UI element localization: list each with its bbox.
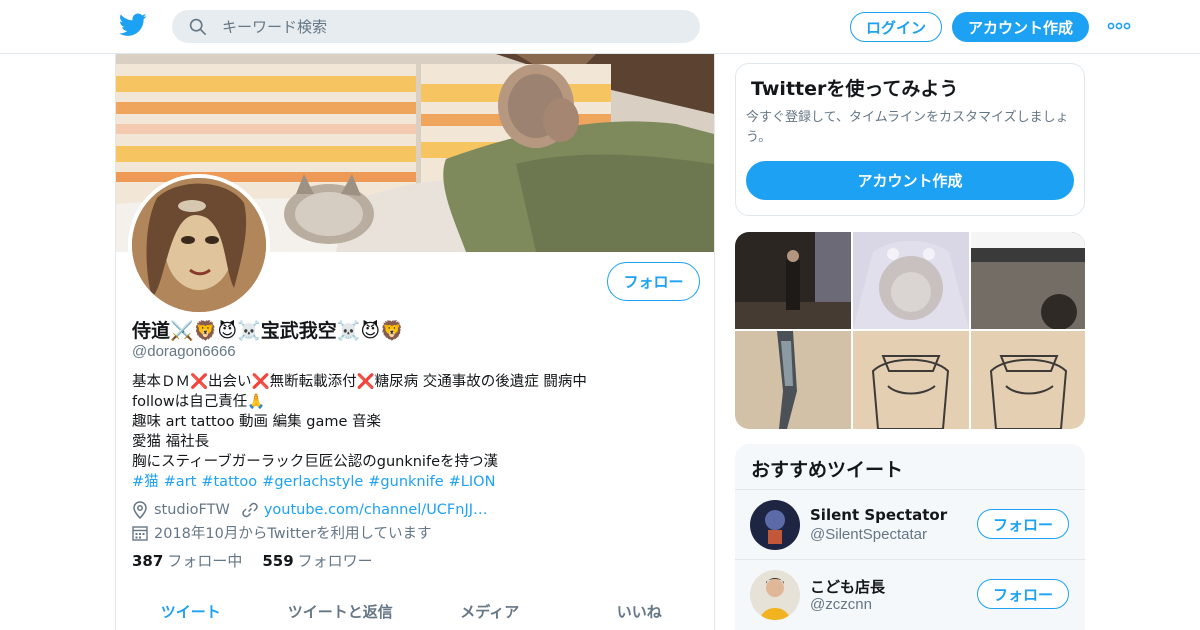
media-thumbnail[interactable] bbox=[735, 331, 851, 429]
search-icon bbox=[189, 18, 207, 36]
profile-column: フォロー 侍道⚔️🦁😈☠️宝武我空☠️😈🦁 @doragon6666 基本ＤＭ❌… bbox=[115, 54, 715, 630]
followers-stat[interactable]: 559 フォロワー bbox=[262, 550, 372, 571]
hashtag-link[interactable]: #tattoo bbox=[201, 474, 257, 490]
media-grid bbox=[735, 232, 1085, 429]
hashtag-link[interactable]: #猫 bbox=[132, 474, 159, 490]
link-icon bbox=[242, 502, 258, 518]
recommended-user-row[interactable]: こども店長 @zczcnn フォロー bbox=[735, 559, 1085, 629]
followers-label: フォロワー bbox=[297, 552, 373, 570]
avatar[interactable] bbox=[750, 500, 800, 550]
avatar[interactable] bbox=[750, 570, 800, 620]
recommended-users-panel: おすすめツイート Silent Spectator @SilentSpectat… bbox=[735, 444, 1085, 630]
twitter-bird-icon[interactable] bbox=[119, 13, 147, 37]
profile-handle: @doragon6666 bbox=[132, 343, 236, 360]
avatar-image bbox=[132, 178, 266, 312]
recommended-user-name[interactable]: Silent Spectator bbox=[810, 506, 947, 524]
media-thumbnail[interactable] bbox=[735, 232, 851, 329]
follow-button[interactable]: フォロー bbox=[607, 262, 700, 301]
hashtag-link[interactable]: #LION bbox=[449, 474, 496, 490]
signup-card-description: 今すぐ登録して、タイムラインをカスタマイズしましょう。 bbox=[746, 110, 1069, 145]
location-icon bbox=[133, 501, 147, 519]
more-icon[interactable] bbox=[1107, 20, 1131, 32]
follow-button[interactable]: フォロー bbox=[977, 509, 1069, 539]
profile-stats: 387 フォロー中 559 フォロワー bbox=[132, 550, 373, 571]
profile-meta-joined: 2018年10月からTwitterを利用しています bbox=[132, 522, 432, 543]
recommended-user-handle: @SilentSpectatar bbox=[810, 526, 927, 543]
bio-line: 趣味 art tattoo 動画 編集 game 音楽 bbox=[132, 414, 382, 430]
profile-location: studioFTW bbox=[154, 502, 230, 518]
recommended-user-handle: @zczcnn bbox=[810, 596, 872, 613]
recommended-title: おすすめツイート bbox=[751, 459, 904, 481]
bio-line: 愛猫 福社長 bbox=[132, 434, 210, 450]
hashtag-link[interactable]: #gerlachstyle bbox=[262, 474, 363, 490]
login-button[interactable]: ログイン bbox=[850, 12, 942, 42]
hashtag-link[interactable]: #gunknife bbox=[368, 474, 443, 490]
tab-tweets[interactable]: ツイート bbox=[116, 591, 266, 630]
profile-meta-location-url: studioFTW youtube.com/channel/UCFnJJ… bbox=[132, 501, 488, 519]
profile-display-name: 侍道⚔️🦁😈☠️宝武我空☠️😈🦁 bbox=[132, 320, 404, 342]
recommended-user-name[interactable]: こども店長 bbox=[810, 576, 885, 597]
bio-line: 胸にスティーブガーラック巨匠公認のgunknifeを持つ漢 bbox=[132, 454, 498, 470]
recommended-user-row[interactable]: Silent Spectator @SilentSpectatar フォロー bbox=[735, 489, 1085, 559]
search-box[interactable] bbox=[172, 10, 700, 43]
tab-likes[interactable]: いいね bbox=[565, 591, 715, 630]
profile-bio: 基本ＤＭ❌出会い❌無断転載添付❌糖尿病 交通事故の後遺症 闘病中 followは… bbox=[132, 372, 692, 492]
calendar-icon bbox=[132, 525, 148, 541]
following-count: 387 bbox=[132, 552, 164, 570]
followers-count: 559 bbox=[262, 552, 294, 570]
signup-card: Twitterを使ってみよう 今すぐ登録して、タイムラインをカスタマイズしましょ… bbox=[735, 63, 1085, 216]
signup-button[interactable]: アカウント作成 bbox=[952, 12, 1089, 42]
tab-media[interactable]: メディア bbox=[415, 591, 565, 630]
profile-joined-date: 2018年10月からTwitterを利用しています bbox=[154, 526, 432, 542]
following-stat[interactable]: 387 フォロー中 bbox=[132, 550, 242, 571]
hashtag-link[interactable]: #art bbox=[164, 474, 197, 490]
bio-line: followは自己責任🙏 bbox=[132, 394, 266, 410]
bio-line: 基本ＤＭ❌出会い❌無断転載添付❌糖尿病 交通事故の後遺症 闘病中 bbox=[132, 374, 587, 390]
signup-card-button[interactable]: アカウント作成 bbox=[746, 161, 1074, 200]
top-navigation-bar: ログイン アカウント作成 bbox=[0, 0, 1200, 54]
bio-hashtags: #猫 #art #tattoo #gerlachstyle #gunknife #LION bbox=[132, 472, 692, 492]
profile-avatar[interactable] bbox=[128, 174, 270, 316]
signup-card-title: Twitterを使ってみよう bbox=[751, 78, 959, 100]
media-thumbnail[interactable] bbox=[971, 232, 1085, 329]
media-thumbnail[interactable] bbox=[971, 331, 1085, 429]
following-label: フォロー中 bbox=[167, 552, 243, 570]
media-thumbnail[interactable] bbox=[853, 232, 969, 329]
media-thumbnail[interactable] bbox=[853, 331, 969, 429]
profile-url-link[interactable]: youtube.com/channel/UCFnJJ… bbox=[264, 502, 488, 518]
profile-tabs: ツイート ツイートと返信 メディア いいね bbox=[116, 591, 714, 630]
search-input[interactable] bbox=[222, 10, 672, 43]
tab-tweets-and-replies[interactable]: ツイートと返信 bbox=[266, 591, 416, 630]
follow-button[interactable]: フォロー bbox=[977, 579, 1069, 609]
